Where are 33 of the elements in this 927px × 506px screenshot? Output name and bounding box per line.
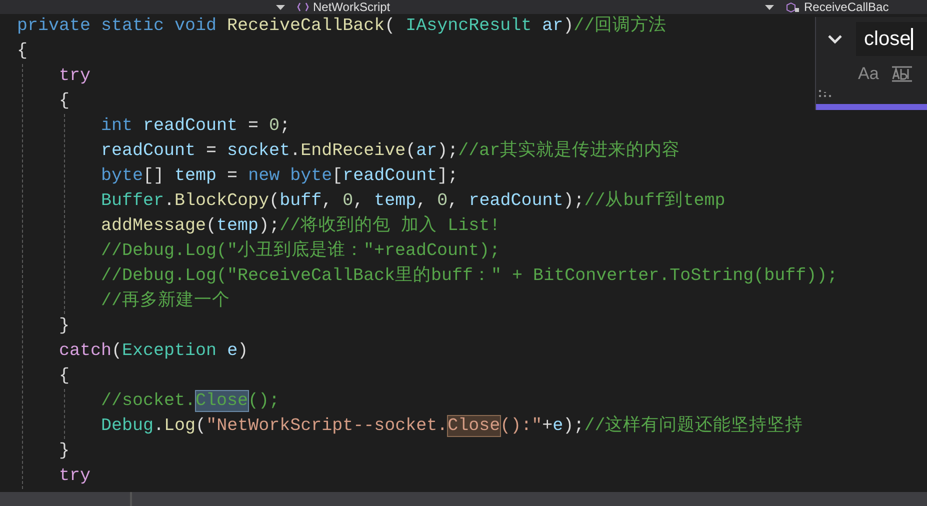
code-line: Debug.Log("NetWorkScript--socket.Close():"+e);//这样有问题还能坚持坚持	[101, 414, 804, 438]
code-line: Buffer.BlockCopy(buff, 0, temp, 0, readCount);//从buff到temp	[101, 190, 726, 213]
code-line: //Debug.Log("ReceiveCallBack里的buff：" + BitConverter.ToString(buff));	[101, 265, 838, 288]
code-line: addMessage(temp);//将收到的包 加入 List!	[101, 214, 500, 238]
code-line: {	[59, 90, 70, 113]
code-line: //socket.Close();	[101, 390, 280, 413]
code-line: try	[59, 465, 91, 488]
code-line: try	[59, 65, 91, 88]
search-match: Close	[448, 416, 500, 436]
member-dropdown[interactable]: ReceiveCallBac	[786, 0, 889, 14]
code-line: catch(Exception e)	[59, 340, 248, 363]
caret-icon	[765, 4, 774, 10]
search-field[interactable]: close	[856, 22, 927, 56]
chevron-down-icon[interactable]	[828, 34, 842, 44]
project-dropdown[interactable]: NetWorkScript	[297, 0, 765, 14]
whole-word-icon[interactable]	[890, 65, 913, 83]
code-line: //Debug.Log("小丑到底是谁："+readCount);	[101, 239, 500, 263]
code-line: //再多新建一个	[101, 289, 230, 313]
code-line: readCount = socket.EndReceive(ar);//ar其实就是传进来的内容	[101, 139, 680, 163]
match-case-icon[interactable]: Aa	[856, 64, 881, 84]
code-line: {	[17, 40, 28, 63]
code-line: private static void ReceiveCallBack( IAsyncResult ar)//回调方法	[17, 14, 667, 38]
code-line: byte[] temp = new byte[readCount];	[101, 165, 458, 188]
code-line: }	[59, 440, 70, 463]
search-match: Close	[196, 391, 248, 411]
resize-grip-icon[interactable]	[819, 90, 831, 98]
caret-icon	[276, 4, 285, 10]
brackets-icon	[297, 2, 309, 12]
cube-lock-icon	[786, 2, 800, 12]
horizontal-scrollbar[interactable]	[0, 492, 927, 506]
code-line: int readCount = 0;	[101, 115, 290, 138]
code-line: }	[59, 315, 70, 338]
code-line: {	[59, 365, 70, 388]
